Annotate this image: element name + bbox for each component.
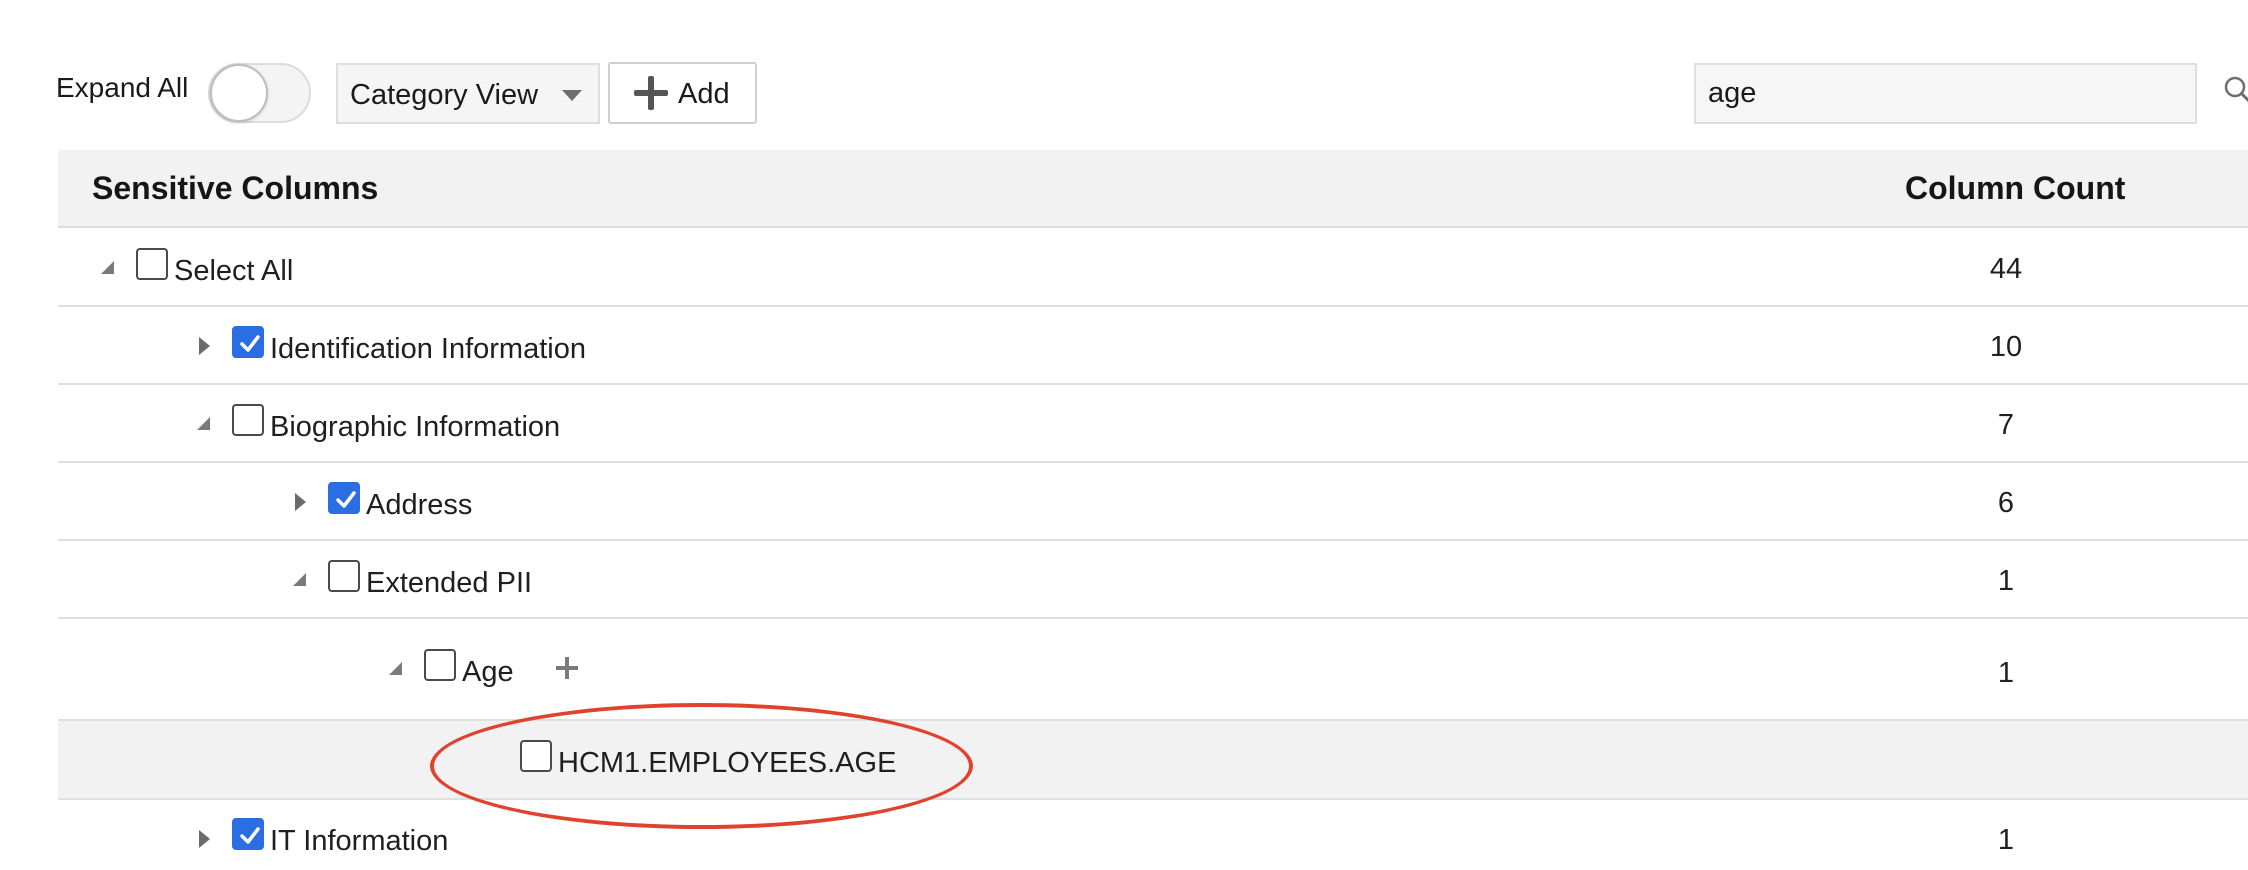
view-select[interactable]: Category View (336, 63, 600, 124)
tree-row-count: 6 (1946, 487, 2066, 520)
toggle-knob (210, 64, 268, 122)
tree-row-label: Address (366, 489, 472, 522)
checkbox-it-information[interactable] (232, 818, 264, 850)
tree-row-it-information[interactable]: IT Information 1 (58, 800, 2248, 870)
tree-row-label: Identification Information (270, 333, 586, 366)
checkmark-icon (333, 487, 359, 513)
column-header-column-count[interactable]: Column Count (1905, 170, 2125, 207)
triangle-down-right-icon[interactable] (389, 662, 402, 675)
sensitive-columns-grid: Sensitive Columns Column Count Select Al… (58, 150, 2248, 864)
tree-row-age[interactable]: Age 1 (58, 619, 2248, 721)
add-button-label: Add (678, 78, 730, 111)
tree-row-biographic-information[interactable]: Biographic Information 7 (58, 385, 2248, 463)
tree-row-label: Biographic Information (270, 411, 560, 444)
tree-row-hcm1-employees-age[interactable]: HCM1.EMPLOYEES.AGE (58, 721, 2248, 800)
tree-row-count: 1 (1946, 565, 2066, 598)
checkbox-select-all[interactable] (136, 248, 168, 280)
chevron-down-icon (562, 90, 582, 101)
tree-row-extended-pii[interactable]: Extended PII 1 (58, 541, 2248, 619)
view-select-value: Category View (350, 79, 538, 112)
expand-all-toggle[interactable] (208, 63, 311, 123)
checkbox-extended-pii[interactable] (328, 560, 360, 592)
checkmark-icon (237, 823, 263, 849)
column-header-sensitive-columns[interactable]: Sensitive Columns (92, 170, 378, 207)
grid-header: Sensitive Columns Column Count (58, 150, 2248, 228)
tree-row-label: Extended PII (366, 567, 532, 600)
tree-row-count: 1 (1946, 657, 2066, 690)
toolbar: Expand All Category View Add (0, 0, 2248, 150)
tree-row-count: 7 (1946, 409, 2066, 442)
checkbox-age[interactable] (424, 649, 456, 681)
tree-row-label: Age (462, 656, 514, 689)
checkbox-address[interactable] (328, 482, 360, 514)
search-input[interactable] (1694, 63, 2197, 124)
triangle-right-icon[interactable] (199, 830, 210, 848)
plus-icon[interactable] (556, 657, 578, 679)
checkmark-icon (237, 331, 263, 357)
tree-row-address[interactable]: Address 6 (58, 463, 2248, 541)
triangle-right-icon[interactable] (199, 337, 210, 355)
tree-row-select-all[interactable]: Select All 44 (58, 228, 2248, 307)
tree-row-count: 44 (1946, 253, 2066, 286)
checkbox-identification-information[interactable] (232, 326, 264, 358)
expand-all-label: Expand All (56, 72, 188, 104)
search-icon[interactable] (2222, 76, 2248, 106)
checkbox-biographic-information[interactable] (232, 404, 264, 436)
tree-row-count: 10 (1946, 331, 2066, 364)
triangle-right-icon[interactable] (295, 493, 306, 511)
tree-row-label: IT Information (270, 825, 448, 858)
triangle-down-right-icon[interactable] (197, 417, 210, 430)
triangle-down-right-icon[interactable] (293, 573, 306, 586)
tree-row-count: 1 (1946, 824, 2066, 857)
add-button[interactable]: Add (608, 62, 757, 124)
tree-row-identification-information[interactable]: Identification Information 10 (58, 307, 2248, 385)
checkbox-hcm1-employees-age[interactable] (520, 740, 552, 772)
tree-row-label: HCM1.EMPLOYEES.AGE (558, 747, 896, 780)
tree-row-label: Select All (174, 255, 293, 288)
triangle-down-right-icon[interactable] (101, 261, 114, 274)
plus-icon (634, 76, 668, 110)
